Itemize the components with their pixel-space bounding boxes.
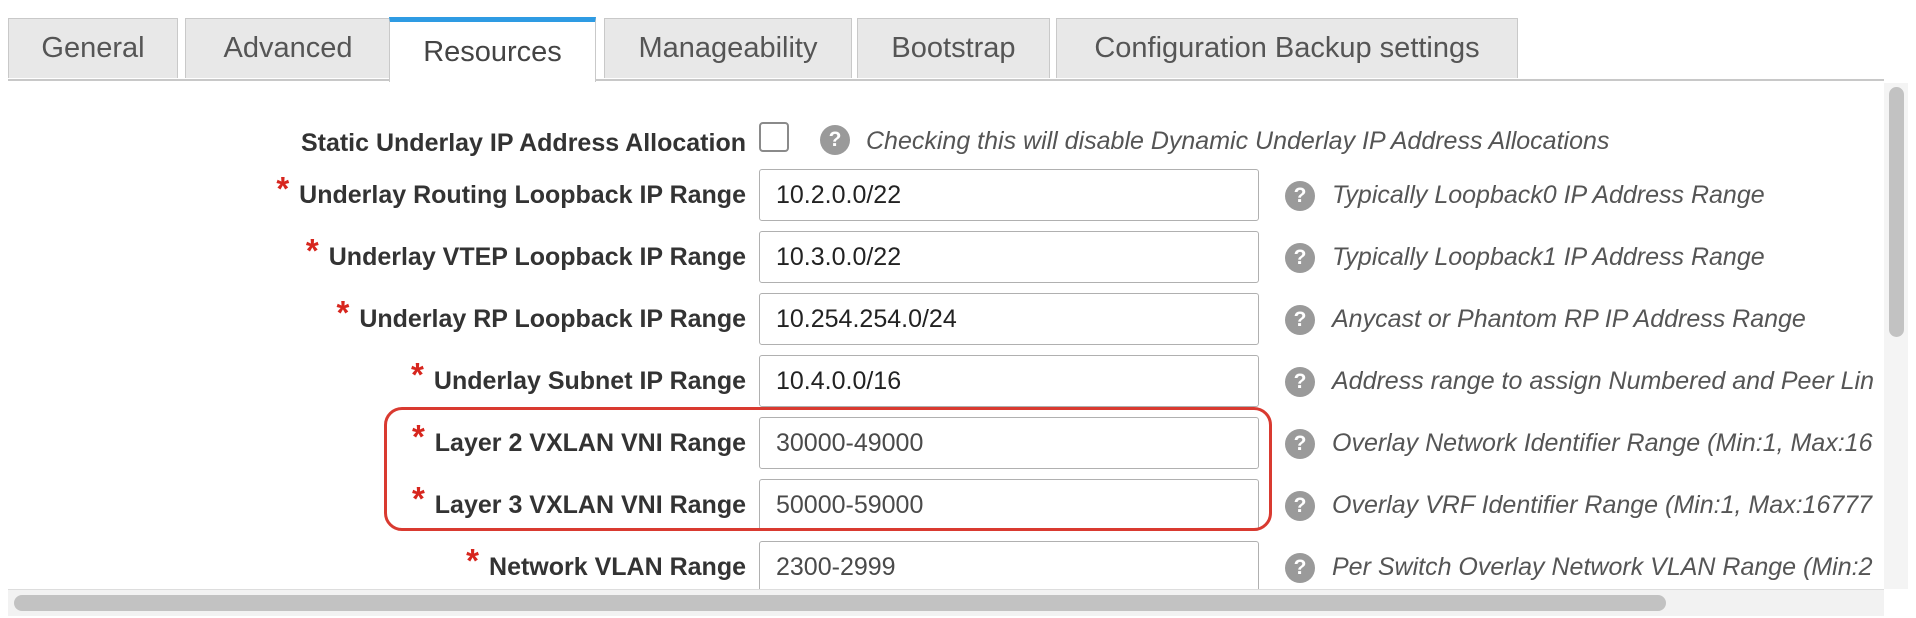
tab-manageability[interactable]: Manageability [604, 18, 852, 78]
field-hint: Anycast or Phantom RP IP Address Range [1332, 304, 1806, 333]
field-hint: Per Switch Overlay Network VLAN Range (M… [1332, 552, 1873, 581]
underlay-routing-loopback-input[interactable]: 10.2.0.0/22 [759, 169, 1259, 221]
field-hint: Typically Loopback0 IP Address Range [1332, 180, 1765, 209]
layer2-vxlan-vni-input[interactable]: 30000-49000 [759, 417, 1259, 469]
help-icon[interactable]: ? [1285, 243, 1315, 273]
field-label: * Underlay RP Loopback IP Range [336, 294, 746, 333]
field-label: * Network VLAN Range [466, 542, 746, 581]
required-asterisk: * [276, 170, 290, 207]
resources-form: Static Underlay IP Address Allocation ? … [8, 81, 1884, 589]
required-asterisk: * [466, 542, 480, 579]
static-underlay-checkbox[interactable] [759, 122, 789, 152]
network-vlan-input[interactable]: 2300-2999 [759, 541, 1259, 589]
field-hint: Address range to assign Numbered and Pee… [1332, 366, 1874, 395]
layer3-vxlan-vni-row: * Layer 3 VXLAN VNI Range 50000-59000 ? O… [8, 479, 1884, 531]
help-icon[interactable]: ? [1285, 491, 1315, 521]
field-hint: Overlay VRF Identifier Range (Min:1, Max… [1332, 490, 1873, 519]
layer2-vxlan-vni-row: * Layer 2 VXLAN VNI Range 30000-49000 ? O… [8, 417, 1884, 469]
field-label: * Layer 3 VXLAN VNI Range [411, 480, 746, 519]
underlay-subnet-input[interactable]: 10.4.0.0/16 [759, 355, 1259, 407]
layer3-vxlan-vni-input[interactable]: 50000-59000 [759, 479, 1259, 531]
underlay-subnet-row: * Underlay Subnet IP Range 10.4.0.0/16 ? … [8, 355, 1884, 407]
required-asterisk: * [305, 232, 319, 269]
underlay-vtep-loopback-row: * Underlay VTEP Loopback IP Range 10.3.0.… [8, 231, 1884, 283]
tab-label: Advanced [223, 32, 353, 64]
static-underlay-hint: Checking this will disable Dynamic Under… [866, 126, 1610, 155]
required-asterisk: * [411, 356, 424, 393]
tab-resources[interactable]: Resources [389, 17, 596, 82]
tab-label: Manageability [638, 32, 818, 64]
help-icon[interactable]: ? [1285, 305, 1315, 335]
required-asterisk: * [411, 418, 425, 455]
field-hint: Overlay Network Identifier Range (Min:1,… [1332, 428, 1873, 457]
underlay-rp-loopback-input[interactable]: 10.254.254.0/24 [759, 293, 1259, 345]
static-underlay-label: Static Underlay IP Address Allocation [300, 128, 746, 157]
help-icon[interactable]: ? [1285, 553, 1315, 583]
tab-bootstrap[interactable]: Bootstrap [857, 18, 1050, 78]
tab-label: General [41, 32, 145, 64]
field-hint: Typically Loopback1 IP Address Range [1332, 242, 1765, 271]
tab-general[interactable]: General [8, 18, 178, 78]
field-label: * Underlay VTEP Loopback IP Range [305, 232, 746, 271]
help-icon[interactable]: ? [820, 125, 850, 155]
tab-label: Bootstrap [891, 32, 1016, 64]
network-vlan-row: * Network VLAN Range 2300-2999 ? Per Swit… [8, 541, 1884, 589]
horizontal-scrollbar-thumb[interactable] [14, 595, 1666, 611]
underlay-rp-loopback-row: * Underlay RP Loopback IP Range 10.254.25… [8, 293, 1884, 345]
required-asterisk: * [411, 480, 425, 517]
help-icon[interactable]: ? [1285, 367, 1315, 397]
tab-advanced[interactable]: Advanced [185, 18, 391, 78]
static-underlay-row: Static Underlay IP Address Allocation ? … [8, 115, 1884, 159]
field-label: * Underlay Subnet IP Range [411, 356, 746, 395]
underlay-vtep-loopback-input[interactable]: 10.3.0.0/22 [759, 231, 1259, 283]
field-label: * Underlay Routing Loopback IP Range [276, 170, 746, 209]
vertical-scrollbar-thumb[interactable] [1889, 87, 1904, 337]
underlay-routing-loopback-row: * Underlay Routing Loopback IP Range 10.2… [8, 169, 1884, 221]
tab-label: Configuration Backup settings [1094, 32, 1480, 64]
field-label: * Layer 2 VXLAN VNI Range [411, 418, 746, 457]
help-icon[interactable]: ? [1285, 181, 1315, 211]
tab-label: Resources [423, 35, 562, 68]
help-icon[interactable]: ? [1285, 429, 1315, 459]
tab-configuration-backup-settings[interactable]: Configuration Backup settings [1056, 18, 1518, 78]
required-asterisk: * [336, 294, 350, 331]
